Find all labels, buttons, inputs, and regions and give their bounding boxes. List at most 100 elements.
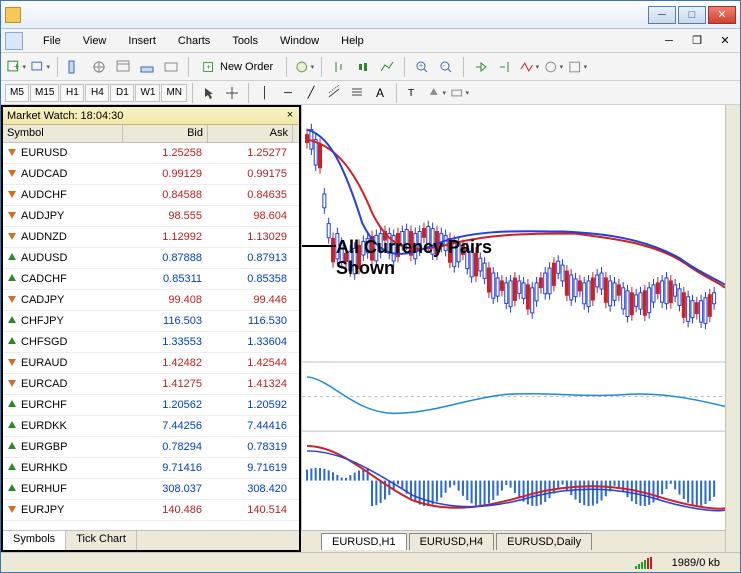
symbol-name: AUDCHF [21, 189, 67, 201]
ask-value: 116.530 [208, 315, 293, 327]
symbol-row[interactable]: CADJPY99.40899.446 [3, 290, 299, 311]
autotrade-button[interactable]: ▾ [293, 56, 315, 78]
mdi-minimize-button[interactable]: ─ [658, 30, 680, 52]
symbol-row[interactable]: EURUSD1.252581.25277 [3, 143, 299, 164]
profiles-button[interactable]: ▾ [29, 56, 51, 78]
menu-window[interactable]: Window [272, 32, 327, 50]
chart-canvas[interactable]: All Currency PairsShown [301, 105, 725, 530]
maximize-button[interactable]: □ [678, 6, 706, 24]
periodicity-button[interactable]: ▾ [542, 56, 564, 78]
terminal-toggle[interactable] [136, 56, 158, 78]
strategy-tester-toggle[interactable] [160, 56, 182, 78]
vertical-scrollbar[interactable] [725, 105, 740, 552]
zoom-out-button[interactable]: - [435, 56, 457, 78]
market-watch-toggle[interactable] [64, 56, 86, 78]
bid-value: 116.503 [123, 315, 208, 327]
zoom-in-button[interactable]: + [411, 56, 433, 78]
channel-tool[interactable] [323, 82, 345, 104]
chart-shift-button[interactable] [494, 56, 516, 78]
main-area: Market Watch: 18:04:30 × Symbol Bid Ask … [1, 105, 740, 552]
app-menu-icon[interactable] [5, 32, 23, 50]
col-ask[interactable]: Ask [208, 125, 293, 142]
navigator-toggle[interactable] [88, 56, 110, 78]
symbol-row[interactable]: EURCHF1.205621.20592 [3, 395, 299, 416]
symbol-row[interactable]: AUDUSD0.878880.87913 [3, 248, 299, 269]
mdi-restore-button[interactable]: ❐ [686, 30, 708, 52]
symbol-row[interactable]: AUDJPY98.55598.604 [3, 206, 299, 227]
menu-charts[interactable]: Charts [170, 32, 218, 50]
indicators-button[interactable]: ▾ [518, 56, 540, 78]
timeframe-mn[interactable]: MN [161, 84, 187, 102]
symbol-row[interactable]: EURJPY140.486140.514 [3, 500, 299, 521]
direction-icon [7, 231, 17, 244]
svg-text:-: - [443, 63, 446, 70]
line-chart-button[interactable] [376, 56, 398, 78]
auto-scroll-button[interactable] [470, 56, 492, 78]
menu-file[interactable]: File [35, 32, 69, 50]
ask-value: 1.42544 [208, 357, 293, 369]
menu-tools[interactable]: Tools [224, 32, 266, 50]
chart-tab[interactable]: EURUSD,H4 [409, 533, 495, 550]
templates-button[interactable]: ▾ [566, 56, 588, 78]
timeframe-h1[interactable]: H1 [60, 84, 84, 102]
objects-tool[interactable]: ▾ [448, 82, 470, 104]
bid-value: 0.78294 [123, 441, 208, 453]
hline-tool[interactable]: ─ [277, 82, 299, 104]
symbol-row[interactable]: EURAUD1.424821.42544 [3, 353, 299, 374]
timeframe-m5[interactable]: M5 [5, 84, 29, 102]
direction-icon [7, 315, 17, 328]
vline-tool[interactable]: │ [254, 82, 276, 104]
market-watch-close-button[interactable]: × [283, 109, 297, 123]
ask-value: 1.33604 [208, 336, 293, 348]
symbol-row[interactable]: EURHUF308.037308.420 [3, 479, 299, 500]
crosshair-tool[interactable] [221, 82, 243, 104]
chart-tab[interactable]: EURUSD,H1 [321, 533, 407, 550]
menu-help[interactable]: Help [333, 32, 372, 50]
symbol-row[interactable]: CHFJPY116.503116.530 [3, 311, 299, 332]
tab-tick-chart[interactable]: Tick Chart [66, 531, 137, 550]
candle-chart-button[interactable] [352, 56, 374, 78]
chart-tab[interactable]: EURUSD,Daily [496, 533, 592, 550]
direction-icon [7, 441, 17, 454]
symbol-row[interactable]: CHFSGD1.335531.33604 [3, 332, 299, 353]
col-symbol[interactable]: Symbol [3, 125, 123, 142]
symbol-row[interactable]: CADCHF0.853110.85358 [3, 269, 299, 290]
symbol-name: EURDKK [21, 420, 67, 432]
new-order-button[interactable]: + New Order [195, 56, 280, 78]
minimize-button[interactable]: ─ [648, 6, 676, 24]
symbol-row[interactable]: EURCAD1.412751.41324 [3, 374, 299, 395]
symbol-row[interactable]: EURDKK7.442567.44416 [3, 416, 299, 437]
menu-view[interactable]: View [75, 32, 115, 50]
mdi-close-button[interactable]: ✕ [714, 30, 736, 52]
symbol-row[interactable]: AUDNZD1.129921.13029 [3, 227, 299, 248]
text-label-tool[interactable]: T [402, 82, 424, 104]
symbol-row[interactable]: EURGBP0.782940.78319 [3, 437, 299, 458]
tab-symbols[interactable]: Symbols [3, 531, 66, 550]
symbol-name: AUDJPY [21, 210, 64, 222]
cursor-tool[interactable] [198, 82, 220, 104]
text-tool[interactable]: A [369, 82, 391, 104]
timeframe-m15[interactable]: M15 [30, 84, 59, 102]
symbol-name: AUDUSD [21, 252, 67, 264]
menubar: File View Insert Charts Tools Window Hel… [1, 29, 740, 53]
col-bid[interactable]: Bid [123, 125, 208, 142]
arrows-tool[interactable]: ▾ [425, 82, 447, 104]
new-chart-button[interactable]: +▾ [5, 56, 27, 78]
ask-value: 0.78319 [208, 441, 293, 453]
symbol-row[interactable]: AUDCHF0.845880.84635 [3, 185, 299, 206]
timeframe-d1[interactable]: D1 [110, 84, 134, 102]
trendline-tool[interactable]: ╱ [300, 82, 322, 104]
close-button[interactable]: ✕ [708, 6, 736, 24]
menu-insert[interactable]: Insert [120, 32, 164, 50]
fibo-tool[interactable] [346, 82, 368, 104]
direction-icon [7, 189, 17, 202]
timeframe-w1[interactable]: W1 [135, 84, 160, 102]
bar-chart-button[interactable] [328, 56, 350, 78]
market-watch-panel: Market Watch: 18:04:30 × Symbol Bid Ask … [1, 105, 301, 552]
symbol-row[interactable]: EURHKD9.714169.71619 [3, 458, 299, 479]
data-window-toggle[interactable] [112, 56, 134, 78]
ask-value: 0.87913 [208, 252, 293, 264]
symbol-row[interactable]: AUDCAD0.991290.99175 [3, 164, 299, 185]
timeframe-h4[interactable]: H4 [85, 84, 109, 102]
ask-value: 9.71619 [208, 462, 293, 474]
